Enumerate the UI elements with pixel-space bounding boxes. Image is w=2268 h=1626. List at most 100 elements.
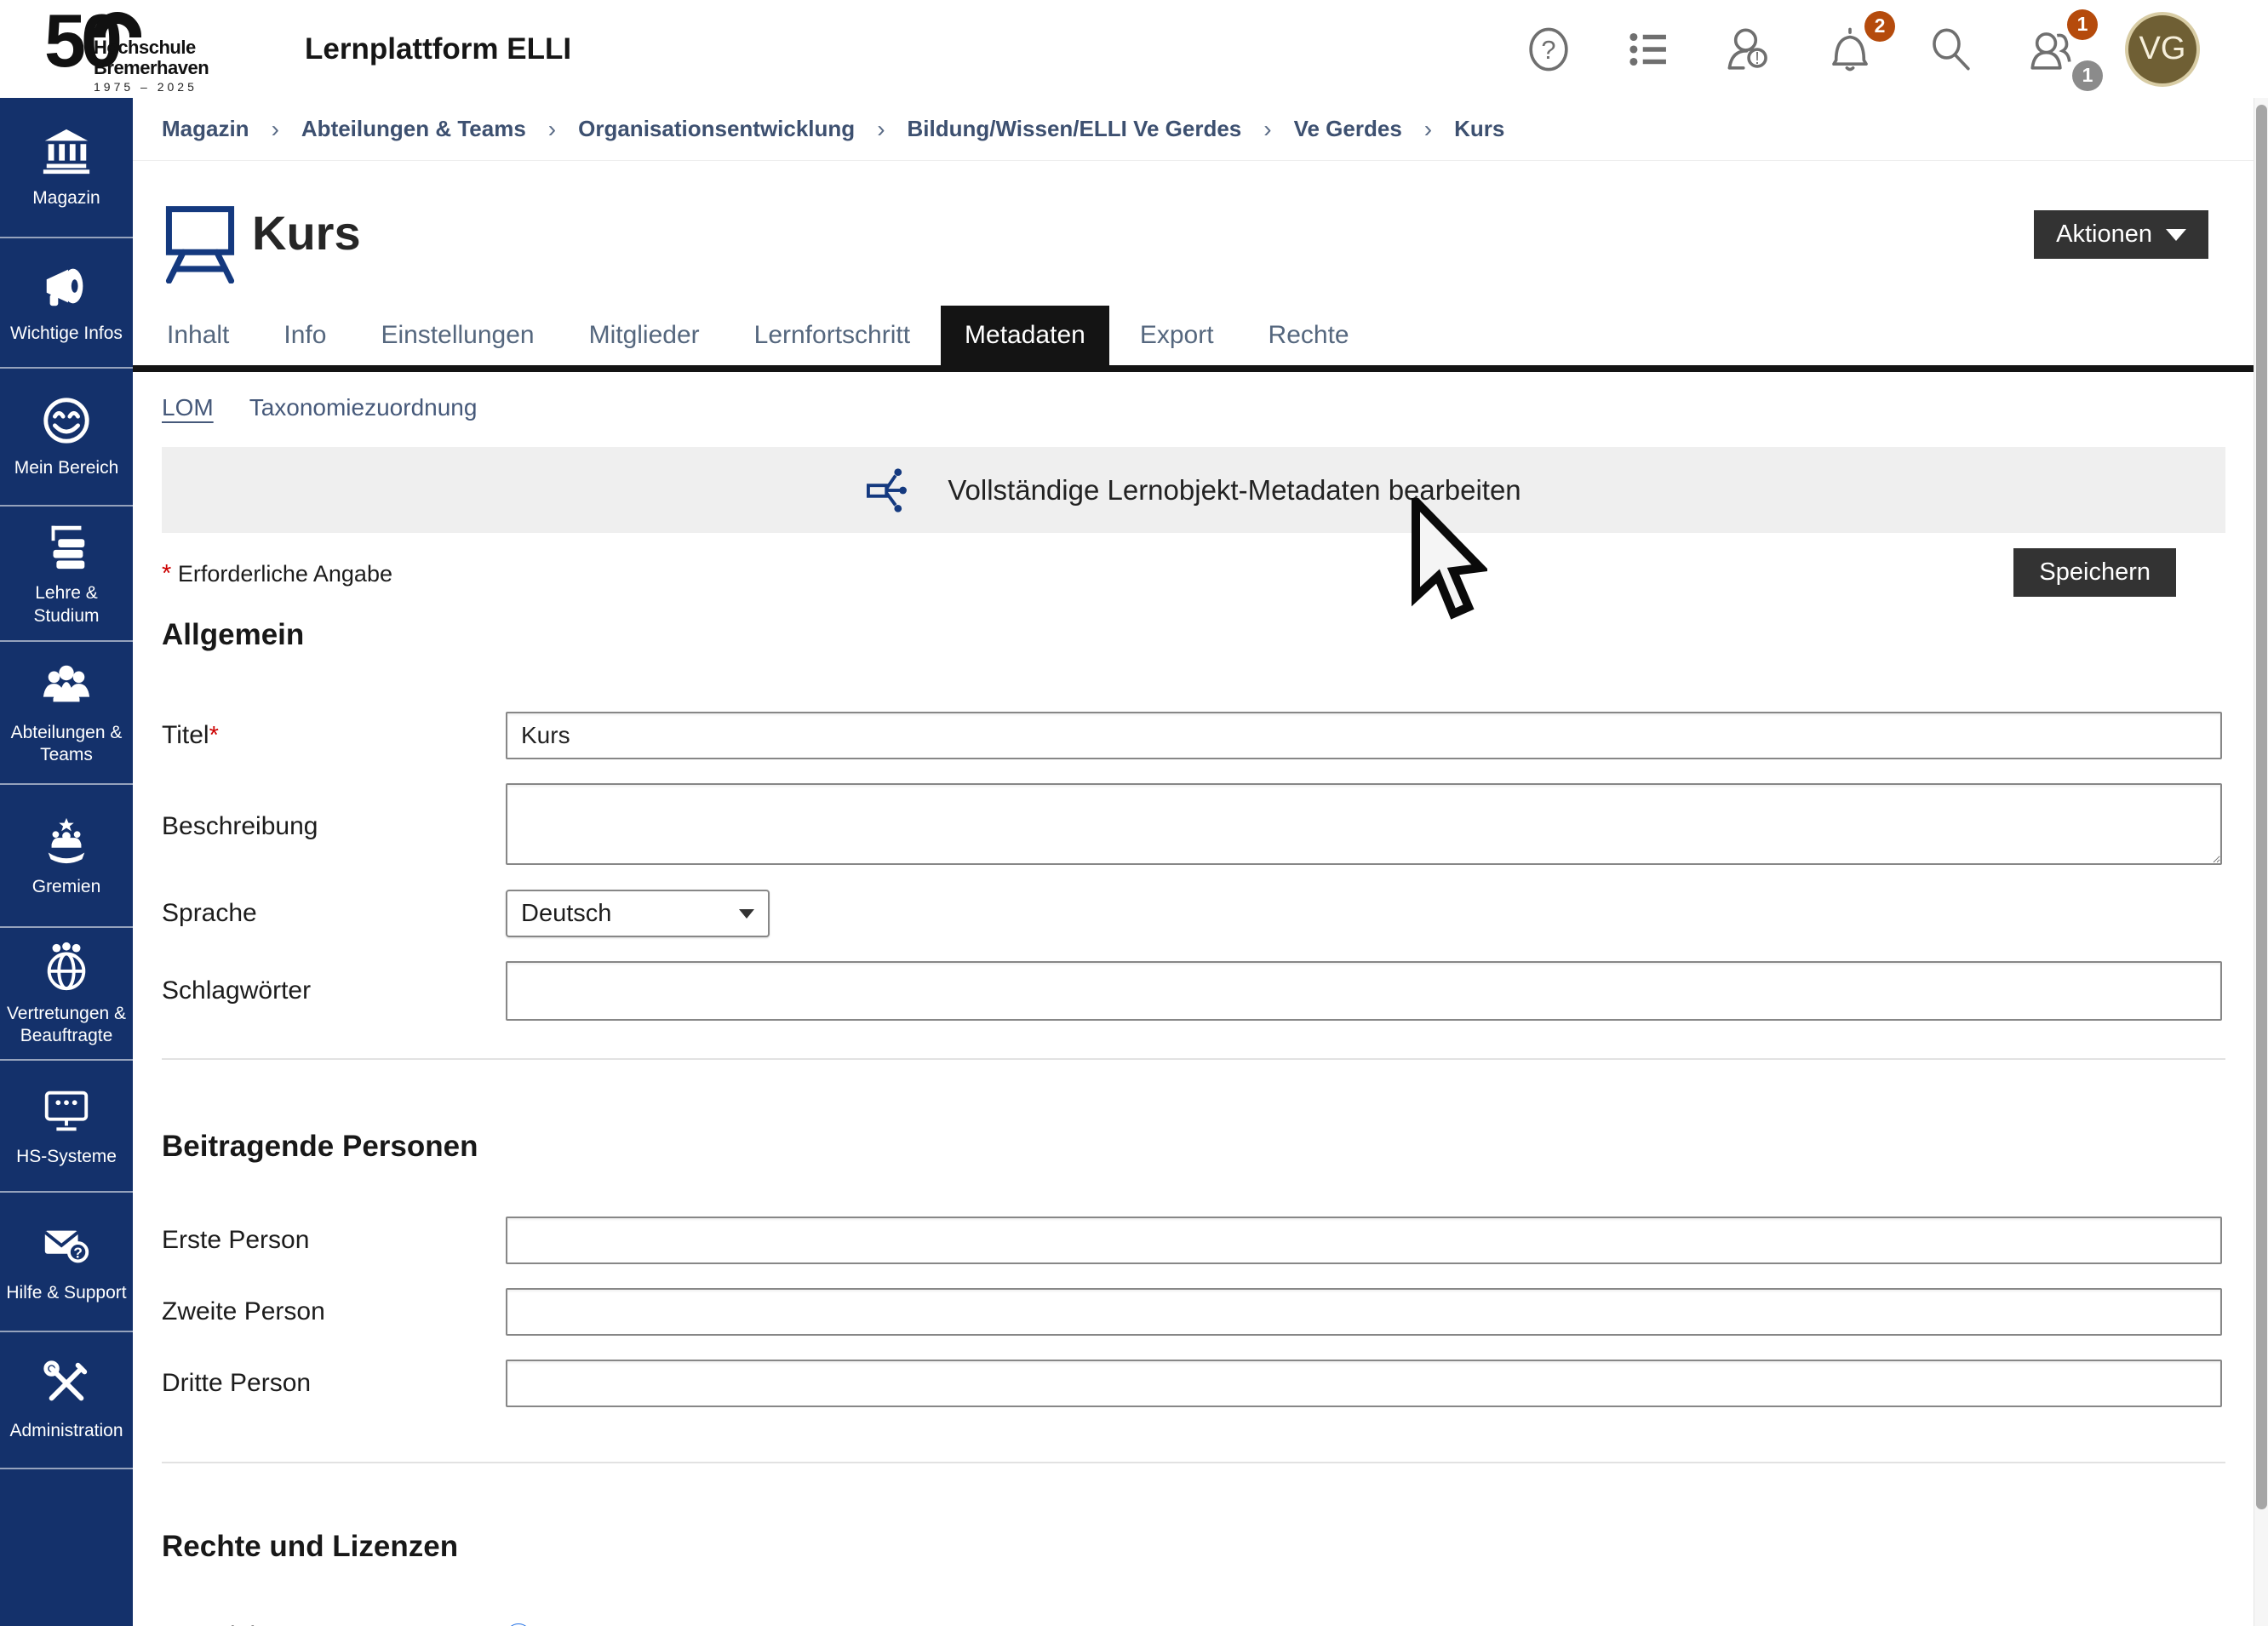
field-label-beschreibung: Beschreibung <box>162 812 506 841</box>
dritte-person-input[interactable] <box>506 1360 2222 1407</box>
sidebar-item-hs-systeme[interactable]: HS-Systeme <box>0 1061 133 1193</box>
tab-mitglieder[interactable]: Mitglieder <box>565 306 724 365</box>
subtab-taxonomiezuordnung[interactable]: Taxonomiezuordnung <box>249 394 478 421</box>
sidebar-item-administration[interactable]: Administration <box>0 1332 133 1469</box>
sidebar-item-label: Wichtige Infos <box>7 323 126 345</box>
monitor-icon <box>40 1083 93 1136</box>
titel-input[interactable] <box>506 712 2222 759</box>
required-note-text: Erforderliche Angabe <box>178 561 392 587</box>
search-icon[interactable] <box>1924 23 1977 76</box>
sidebar-item-abteilungen-teams[interactable]: Abteilungen & Teams <box>0 642 133 785</box>
subtab-lom[interactable]: LOM <box>162 394 214 421</box>
section-divider <box>162 1462 2225 1463</box>
edit-full-metadata-banner[interactable]: Vollständige Lernobjekt-Metadaten bearbe… <box>162 447 2225 533</box>
contacts-badge-bottom: 1 <box>2072 60 2103 91</box>
erste-person-input[interactable] <box>506 1217 2222 1264</box>
sidebar-item-lehre-studium[interactable]: Lehre & Studium <box>0 507 133 642</box>
tab-rechte[interactable]: Rechte <box>1245 306 1373 365</box>
help-icon[interactable]: ? <box>1522 23 1575 76</box>
logo-years: 1975 – 2025 <box>94 80 198 94</box>
sprache-select[interactable]: Deutsch <box>506 890 770 937</box>
breadcrumb-separator: › <box>272 116 279 143</box>
books-icon <box>40 519 93 572</box>
section-title-allgemein: Allgemein <box>133 618 2254 652</box>
tab-export[interactable]: Export <box>1116 306 1238 365</box>
page-title: Kurs <box>252 205 361 261</box>
mail-question-icon: ? <box>40 1219 93 1272</box>
svg-text:?: ? <box>1541 34 1555 64</box>
copyright-option-label: All rights reserved <box>541 1623 739 1626</box>
megaphone-icon <box>40 260 93 312</box>
hochschule-bremerhaven-logo: 50 Hochschule Bremerhaven 1975 – 2025 <box>44 7 257 92</box>
field-label-titel: Titel <box>162 721 209 749</box>
breadcrumb-item[interactable]: Abteilungen & Teams <box>301 116 526 142</box>
field-label-erste-person: Erste Person <box>162 1226 506 1255</box>
sidebar-item-mein-bereich[interactable]: Mein Bereich <box>0 369 133 507</box>
tools-icon <box>40 1357 93 1410</box>
tab-einstellungen[interactable]: Einstellungen <box>357 306 558 365</box>
svg-text:?: ? <box>73 1244 83 1261</box>
required-marker: * <box>209 722 219 749</box>
bell-icon[interactable]: 2 <box>1824 23 1876 76</box>
sidebar-item-hilfe-support[interactable]: ? Hilfe & Support <box>0 1193 133 1332</box>
sidebar-item-label: Mein Bereich <box>11 457 123 479</box>
tab-metadaten[interactable]: Metadaten <box>941 306 1109 365</box>
tab-lernfortschritt[interactable]: Lernfortschritt <box>730 306 934 365</box>
breadcrumb-item[interactable]: Ve Gerdes <box>1294 116 1402 142</box>
vertical-scrollbar[interactable] <box>2254 98 2268 1626</box>
sidebar-item-label: Lehre & Studium <box>0 582 133 627</box>
sidebar-item-magazin[interactable]: Magazin <box>0 98 133 238</box>
smiley-icon <box>40 394 93 447</box>
section-divider <box>162 1058 2225 1060</box>
sprache-selected-value: Deutsch <box>521 900 611 928</box>
sidebar-item-wichtige-infos[interactable]: Wichtige Infos <box>0 238 133 369</box>
breadcrumb-separator: › <box>877 116 885 143</box>
tab-info[interactable]: Info <box>260 306 350 365</box>
breadcrumb-separator: › <box>1263 116 1271 143</box>
breadcrumb-item[interactable]: Bildung/Wissen/ELLI Ve Gerdes <box>908 116 1242 142</box>
contacts-badge-top: 1 <box>2067 9 2098 40</box>
required-marker: * <box>162 560 171 587</box>
actions-button-label: Aktionen <box>2056 220 2152 249</box>
zweite-person-input[interactable] <box>506 1288 2222 1336</box>
section-title-beitragende: Beitragende Personen <box>133 1130 2254 1164</box>
sidebar-item-gremien[interactable]: Gremien <box>0 785 133 928</box>
banner-label: Vollständige Lernobjekt-Metadaten bearbe… <box>948 474 1521 507</box>
chevron-down-icon <box>739 909 754 919</box>
sidebar-item-label: HS-Systeme <box>13 1146 120 1168</box>
breadcrumb-item[interactable]: Magazin <box>162 116 249 142</box>
user-alert-icon[interactable]: ! <box>1723 23 1776 76</box>
sidebar-item-label: Vertretungen & Beauftragte <box>0 1003 133 1048</box>
field-label-zweite-person: Zweite Person <box>162 1297 506 1326</box>
schlagwoerter-input[interactable] <box>506 961 2222 1021</box>
breadcrumb: Magazin › Abteilungen & Teams › Organisa… <box>133 98 2254 161</box>
list-icon[interactable] <box>1623 23 1675 76</box>
field-label-schlagwoerter: Schlagwörter <box>162 976 506 1005</box>
avatar[interactable]: VG <box>2125 12 2200 87</box>
breadcrumb-item[interactable]: Organisationsentwicklung <box>578 116 855 142</box>
app-title: Lernplattform ELLI <box>305 32 571 66</box>
beschreibung-textarea[interactable] <box>506 783 2222 865</box>
breadcrumb-item[interactable]: Kurs <box>1454 116 1504 142</box>
sidebar-item-vertretungen-beauftragte[interactable]: Vertretungen & Beauftragte <box>0 928 133 1061</box>
field-label-sprache: Sprache <box>162 899 506 928</box>
section-title-rechte-lizenzen: Rechte und Lizenzen <box>133 1530 2254 1564</box>
subtab-bar: LOM Taxonomiezuordnung <box>133 372 2254 430</box>
main-content: Magazin › Abteilungen & Teams › Organisa… <box>133 98 2254 1626</box>
breadcrumb-separator: › <box>1424 116 1432 143</box>
actions-button[interactable]: Aktionen <box>2034 210 2208 259</box>
save-button[interactable]: Speichern <box>2013 548 2176 597</box>
field-label-copyright: Copyright <box>162 1622 506 1626</box>
field-label-dritte-person: Dritte Person <box>162 1369 506 1398</box>
sidebar-item-label: Administration <box>6 1420 126 1442</box>
course-easel-icon <box>162 202 238 283</box>
tab-inhalt[interactable]: Inhalt <box>143 306 253 365</box>
caret-down-icon <box>2166 229 2186 241</box>
top-header: 50 Hochschule Bremerhaven 1975 – 2025 Le… <box>0 0 2268 98</box>
scrollbar-thumb[interactable] <box>2256 105 2267 1509</box>
sidebar-item-label: Hilfe & Support <box>3 1282 129 1304</box>
contacts-icon[interactable]: 1 1 <box>2025 23 2077 76</box>
svg-text:!: ! <box>1755 49 1760 68</box>
sidebar-item-label: Magazin <box>29 187 103 209</box>
committee-icon <box>40 813 93 866</box>
